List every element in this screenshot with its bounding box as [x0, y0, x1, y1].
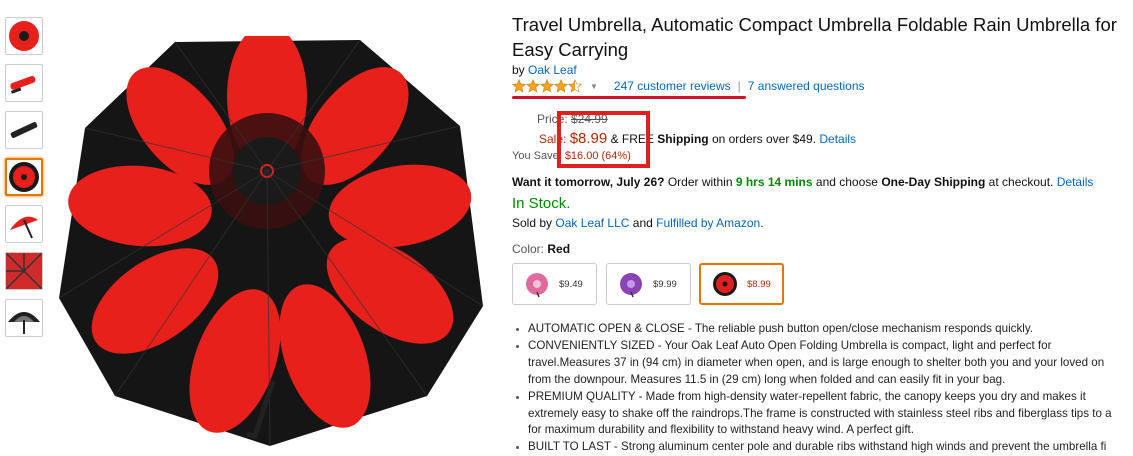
- bullet-line: CONVENIENTLY SIZED - Your Oak Leaf Auto …: [528, 338, 1052, 352]
- product-title: Travel Umbrella, Automatic Compact Umbre…: [512, 12, 1133, 62]
- shipping-details-link[interactable]: Details: [819, 132, 856, 146]
- shipping-bold: Shipping: [657, 132, 709, 146]
- main-product-image[interactable]: [55, 36, 485, 446]
- by-prefix: by: [512, 63, 525, 77]
- thumbnail-5[interactable]: [5, 205, 43, 243]
- at-checkout: at checkout.: [988, 175, 1054, 189]
- chevron-down-icon[interactable]: ▼: [590, 82, 598, 91]
- swatch-pink[interactable]: $9.49: [512, 263, 597, 305]
- swatch-price: $9.49: [559, 278, 583, 290]
- save-label: You Save:: [512, 150, 562, 162]
- and-choose: and choose: [815, 175, 878, 189]
- rating-row: ▼ 247 customer reviews | 7 answered ques…: [512, 79, 865, 93]
- fulfilled-link[interactable]: Fulfilled by Amazon: [656, 216, 760, 230]
- star-half-icon: [568, 79, 582, 93]
- pink-umbrella-icon: [526, 273, 548, 298]
- star-full-icon: [554, 79, 568, 93]
- byline: by Oak Leaf: [512, 63, 577, 77]
- thumbnail-6[interactable]: [5, 252, 43, 290]
- shipping-suffix: on orders over $49.: [711, 132, 817, 146]
- color-label: Color: Red: [512, 242, 570, 256]
- swatch-purple[interactable]: $9.99: [606, 263, 691, 305]
- brand-link[interactable]: Oak Leaf: [528, 63, 577, 77]
- stock-status: In Stock.: [512, 195, 571, 212]
- bullet-line: travel.Measures 37 in (94 cm) in diamete…: [528, 355, 1105, 369]
- star-full-icon: [512, 79, 526, 93]
- highlight-underline: [512, 96, 746, 99]
- period: .: [760, 216, 764, 230]
- star-full-icon: [526, 79, 540, 93]
- one-day-shipping: One-Day Shipping: [881, 175, 986, 189]
- sold-by: Sold by Oak Leaf LLC and Fulfilled by Am…: [512, 216, 764, 230]
- questions-link[interactable]: 7 answered questions: [748, 79, 865, 93]
- star-rating[interactable]: [512, 79, 582, 93]
- red-umbrella-icon: [713, 272, 737, 296]
- countdown: 9 hrs 14 mins: [735, 175, 813, 189]
- bullet-line: from the downpour. Measures 11.5 in (29 …: [528, 372, 1006, 386]
- seller-link[interactable]: Oak Leaf LLC: [555, 216, 629, 230]
- bullet-line: for maximum durability and flexibility t…: [528, 423, 914, 437]
- delivery-message: Want it tomorrow, July 26? Order within …: [512, 175, 1093, 189]
- swatch-price: $8.99: [747, 278, 771, 290]
- sold-by-prefix: Sold by: [512, 216, 553, 230]
- reviews-link[interactable]: 247 customer reviews: [614, 79, 731, 93]
- color-value: Red: [547, 242, 571, 256]
- thumbnail-2[interactable]: [5, 64, 43, 102]
- bullet-item: AUTOMATIC OPEN & CLOSE - The reliable pu…: [528, 321, 1133, 338]
- delivery-details-link[interactable]: Details: [1057, 175, 1094, 189]
- product-title-line1: Travel Umbrella, Automatic Compact Umbre…: [512, 14, 1117, 35]
- bullet-item: PREMIUM QUALITY - Made from high-density…: [528, 389, 1133, 440]
- bullet-line: PREMIUM QUALITY - Made from high-density…: [528, 389, 1086, 403]
- swatch-red-selected[interactable]: $8.99: [699, 263, 784, 305]
- order-within: Order within: [667, 175, 733, 189]
- swatch-price: $9.99: [653, 278, 677, 290]
- thumbnail-3[interactable]: [5, 111, 43, 149]
- thumbnail-1[interactable]: [5, 17, 43, 55]
- price-highlight-box: [557, 111, 650, 168]
- product-title-line2: Easy Carrying: [512, 39, 629, 60]
- purple-umbrella-icon: [620, 273, 642, 298]
- bullet-item: CONVENIENTLY SIZED - Your Oak Leaf Auto …: [528, 338, 1133, 389]
- delivery-date: Want it tomorrow, July 26?: [512, 175, 665, 189]
- thumbnail-7[interactable]: [5, 299, 43, 337]
- thumbnail-4-selected[interactable]: [5, 158, 43, 196]
- feature-bullets: AUTOMATIC OPEN & CLOSE - The reliable pu…: [512, 321, 1133, 456]
- bullet-line: extremely easy to shake off the raindrop…: [528, 406, 1112, 420]
- star-full-icon: [540, 79, 554, 93]
- and-text: and: [632, 216, 653, 230]
- color-label-text: Color:: [512, 242, 545, 256]
- separator: |: [737, 79, 741, 93]
